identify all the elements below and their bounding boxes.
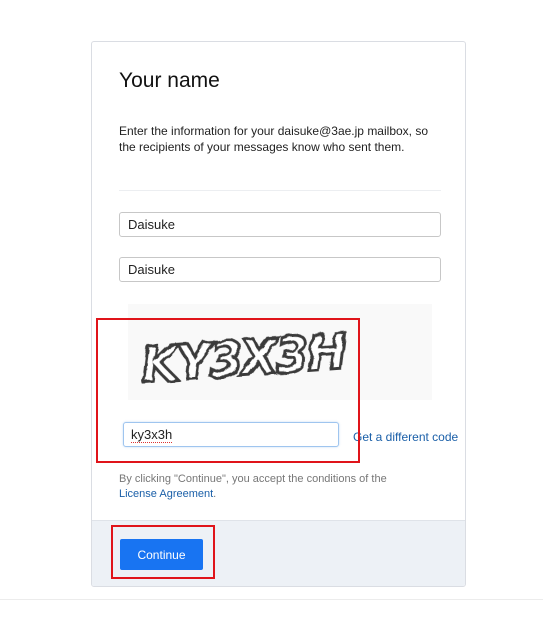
last-name-field[interactable]: Daisuke xyxy=(119,257,441,282)
form-description: Enter the information for your daisuke@3… xyxy=(119,124,429,154)
divider xyxy=(119,190,441,191)
form-footer: Continue xyxy=(92,520,465,586)
captcha-image: KY3X3H xyxy=(138,322,350,393)
name-form-card: Your name Enter the information for your… xyxy=(91,41,466,587)
continue-button[interactable]: Continue xyxy=(120,539,203,570)
agreement-prefix: By clicking "Continue", you accept the c… xyxy=(119,473,387,485)
agreement-suffix: . xyxy=(213,488,217,500)
get-different-code-link[interactable]: Get a different code xyxy=(353,430,458,444)
captcha-input-value: ky3x3h xyxy=(131,427,173,443)
page-title: Your name xyxy=(119,69,220,92)
agreement-text: By clicking "Continue", you accept the c… xyxy=(119,472,449,502)
first-name-field[interactable]: Daisuke xyxy=(119,212,441,237)
license-agreement-link[interactable]: License Agreement xyxy=(119,488,213,500)
captcha-text: KY3X3H xyxy=(140,324,349,393)
captcha-code-input[interactable]: ky3x3h xyxy=(123,422,339,447)
page-divider xyxy=(0,599,543,600)
